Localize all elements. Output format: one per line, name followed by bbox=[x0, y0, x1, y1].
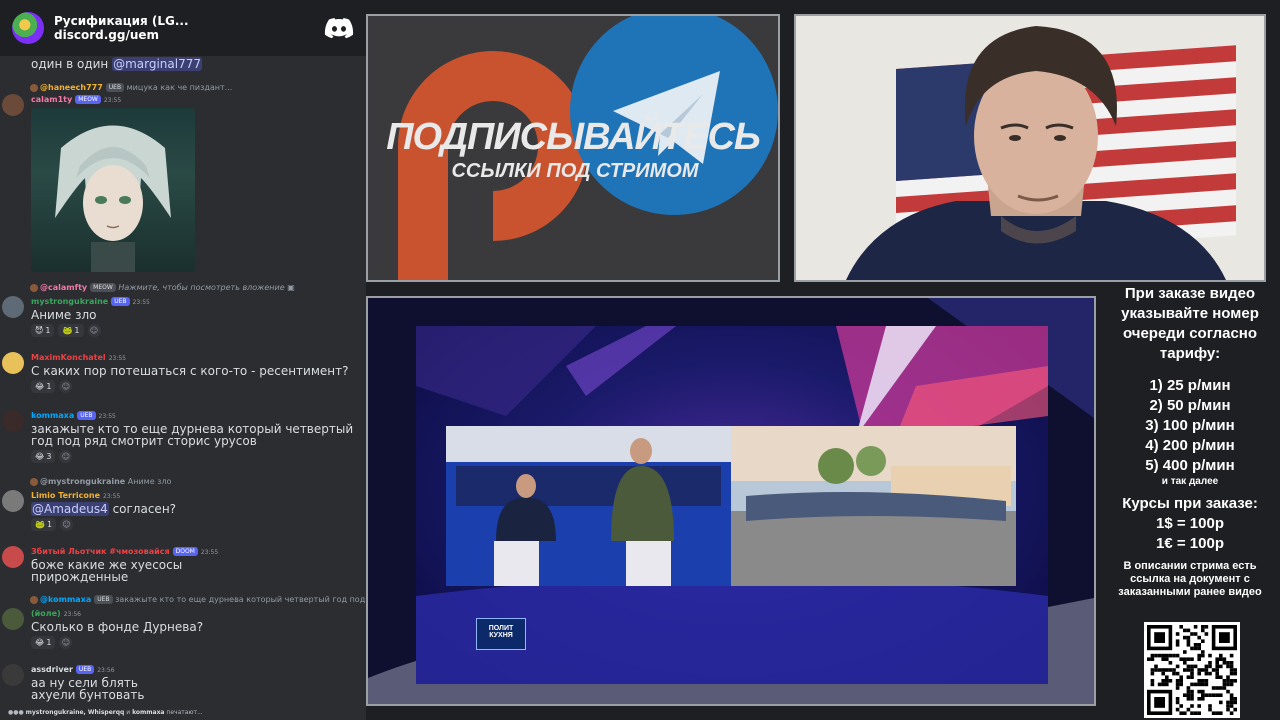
rate-item: 1€ = 100р bbox=[1156, 535, 1224, 552]
rates-title: Курсы при заказе: bbox=[1122, 495, 1258, 512]
chat-message: assdriver UEB 23:56 аа ну сели блять ахуел… bbox=[0, 662, 366, 706]
avatar[interactable] bbox=[2, 296, 24, 318]
tariff-item: 4) 200 р/мин bbox=[1145, 437, 1235, 454]
message-author[interactable]: assdriver bbox=[31, 665, 73, 674]
message-author[interactable]: calam1ty bbox=[31, 95, 72, 104]
reaction[interactable]: 😂 1 bbox=[31, 636, 56, 649]
user-mention[interactable]: @Amadeus4 bbox=[31, 502, 109, 516]
message-author[interactable]: Limio Terricone bbox=[31, 491, 100, 500]
role-badge: MEOW bbox=[75, 95, 101, 104]
description-note: В описании стрима есть ссылка на докумен… bbox=[1118, 560, 1262, 598]
reply-preview[interactable]: @kommaxa UEB закажыте кто то еще дурнева … bbox=[30, 594, 366, 606]
qr-code bbox=[1144, 622, 1240, 718]
chat-message-list[interactable]: один в один @marginal777 @haneech777 UEB … bbox=[0, 56, 366, 706]
avatar[interactable] bbox=[2, 490, 24, 512]
message-text: боже какие же хуесосы прирожденные bbox=[31, 558, 183, 584]
rate-item: 1$ = 100р bbox=[1156, 515, 1224, 532]
message-text-partial: один в один @marginal777 bbox=[31, 57, 203, 71]
reaction[interactable]: 🐸 1 bbox=[58, 324, 84, 337]
avatar[interactable] bbox=[2, 410, 24, 432]
message-author[interactable]: (йоле) bbox=[31, 609, 61, 618]
message-author[interactable]: mystrongukraine bbox=[31, 297, 108, 306]
subscribe-promo-panel: ПОДПИСЫВАЙТЕСЬ ССЫЛКИ ПОД СТРИМОМ bbox=[366, 14, 780, 282]
add-reaction-icon[interactable]: ☺ bbox=[59, 636, 73, 649]
reaction[interactable]: 😈 1 bbox=[31, 324, 55, 337]
discord-logo-icon bbox=[324, 18, 354, 39]
avatar[interactable] bbox=[2, 664, 24, 686]
reply-preview[interactable]: @haneech777 UEB мицука как че пиздант... bbox=[30, 82, 366, 94]
video-frame: ПОЛИТ КУХНЯ bbox=[416, 326, 1048, 684]
chat-message: @calamfty MEOW Нажмите, чтобы посмотреть … bbox=[0, 282, 366, 338]
anime-character-image bbox=[55, 125, 171, 272]
message-author[interactable]: MaximKonchatel bbox=[31, 353, 106, 362]
add-reaction-icon[interactable]: ☺ bbox=[59, 450, 73, 463]
tariff-item: 5) 400 р/мин bbox=[1145, 457, 1235, 474]
message-text: закажыте кто то еще дурнева который четв… bbox=[31, 422, 354, 448]
chat-message: Збитый Льотчик #чмозовайся DOOM 23:55 боже… bbox=[0, 544, 366, 586]
add-reaction-icon[interactable]: ☺ bbox=[60, 518, 74, 531]
reply-avatar bbox=[30, 83, 38, 92]
chat-message: MaximKonchatel 23:55 С каких пор потешать… bbox=[0, 350, 366, 396]
discord-chat-panel: Русификация (LG... discord.gg/uem один в… bbox=[0, 0, 366, 720]
tariff-item: 1) 25 р/мин bbox=[1149, 377, 1231, 394]
user-mention[interactable]: @marginal777 bbox=[112, 57, 203, 71]
chat-message: @haneech777 UEB мицука как че пиздант... … bbox=[0, 80, 366, 276]
avatar[interactable] bbox=[2, 546, 24, 568]
channel-logo: ПОЛИТ КУХНЯ bbox=[476, 618, 526, 650]
message-text: аа ну сели блять ахуели бунтовать bbox=[31, 676, 145, 702]
message-author[interactable]: Збитый Льотчик #чмозовайся bbox=[31, 547, 170, 556]
image-icon: ▣ bbox=[287, 283, 295, 292]
webcam-feed bbox=[794, 14, 1266, 282]
reactions: 😈 1 🐸 1 ☺ bbox=[31, 324, 101, 338]
message-text: Сколько в фонде Дурнева? bbox=[31, 620, 204, 634]
chat-message: @kommaxa UEB закажыте кто то еще дурнева … bbox=[0, 594, 366, 652]
video-player[interactable]: ПОЛИТ КУХНЯ bbox=[366, 296, 1096, 706]
server-name: Русификация (LG... bbox=[54, 14, 189, 28]
message-text: @Amadeus4 согласен? bbox=[31, 502, 177, 516]
server-icon bbox=[12, 12, 44, 44]
typing-dots-icon: ●●● bbox=[8, 709, 26, 716]
server-invite-link[interactable]: discord.gg/uem bbox=[54, 28, 324, 42]
tariff-item: 3) 100 р/мин bbox=[1145, 417, 1235, 434]
qr-code-image bbox=[1147, 625, 1237, 715]
add-reaction-icon[interactable]: ☺ bbox=[87, 324, 101, 337]
tariff-etc: и так далее bbox=[1161, 476, 1219, 487]
chat-message: @mystrongukraine Аниме зло Limio Terrico… bbox=[0, 476, 366, 532]
order-info-panel: При заказе видео указывайте номер очеред… bbox=[1100, 284, 1280, 720]
reply-preview[interactable]: @mystrongukraine Аниме зло bbox=[30, 476, 366, 488]
promo-title: ПОДПИСЫВАЙТЕСЬ bbox=[386, 116, 761, 158]
reaction[interactable]: 🐸 1 bbox=[31, 518, 57, 531]
avatar[interactable] bbox=[2, 608, 24, 630]
avatar[interactable] bbox=[2, 352, 24, 374]
order-intro-text: При заказе видео указывайте номер очеред… bbox=[1121, 285, 1259, 362]
tariff-item: 2) 50 р/мин bbox=[1149, 397, 1231, 414]
avatar[interactable] bbox=[2, 94, 24, 116]
reaction[interactable]: 😂 3 bbox=[31, 450, 56, 463]
add-reaction-icon[interactable]: ☺ bbox=[59, 380, 73, 393]
message-text: С каких пор потешаться с кого-то - ресен… bbox=[31, 364, 349, 378]
webcam-image bbox=[796, 16, 1264, 280]
message-text: Аниме зло bbox=[31, 308, 97, 322]
typing-indicator: ●●● mystrongukraine, Whisperqq и kommaxa… bbox=[0, 706, 366, 720]
message-time: 23:55 bbox=[103, 97, 122, 104]
message-image-attachment[interactable] bbox=[31, 108, 195, 272]
promo-subtitle: ССЫЛКИ ПОД СТРИМОМ bbox=[451, 160, 699, 182]
chat-header: Русификация (LG... discord.gg/uem bbox=[0, 0, 366, 56]
chat-message: kommaxa UEB 23:55 закажыте кто то еще дурн… bbox=[0, 408, 366, 468]
reaction[interactable]: 😂 1 bbox=[31, 380, 56, 393]
reply-preview[interactable]: @calamfty MEOW Нажмите, чтобы посмотреть … bbox=[30, 282, 366, 294]
message-author[interactable]: kommaxa bbox=[31, 411, 74, 420]
